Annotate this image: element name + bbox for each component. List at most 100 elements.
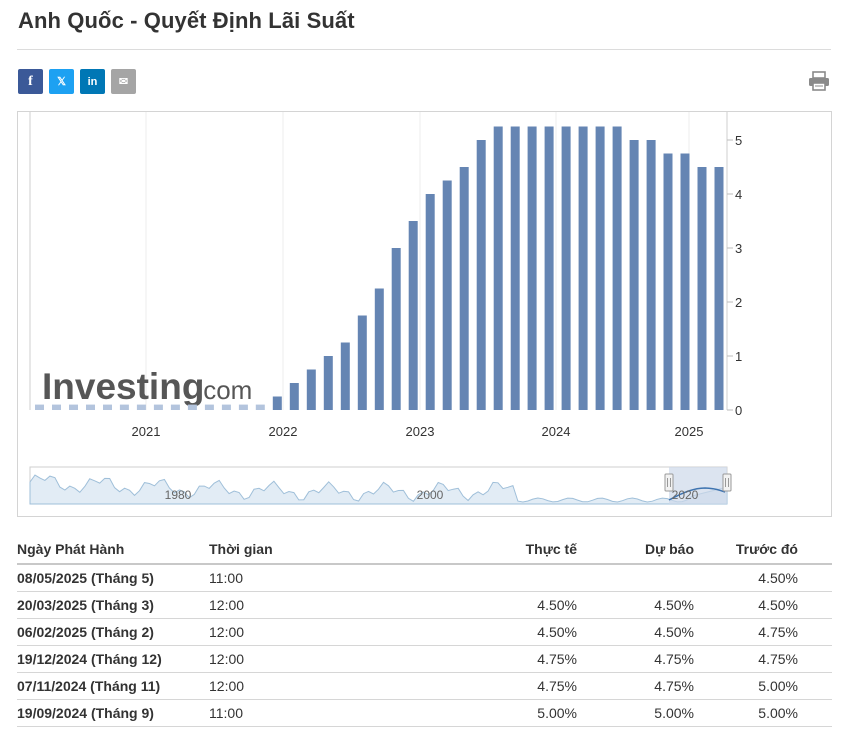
y-tick-label: 5 [735, 133, 742, 148]
cell-spacer [798, 645, 832, 673]
page-title: Anh Quốc - Quyết Định Lãi Suất [18, 8, 355, 33]
data-bar [425, 194, 435, 410]
linkedin-glyph: in [87, 75, 98, 88]
data-bar [578, 126, 588, 410]
cell-date: 20/03/2025 (Tháng 3) [17, 591, 209, 619]
cell-date: 19/09/2024 (Tháng 9) [17, 699, 209, 727]
x-tick-label: 2021 [132, 424, 161, 439]
data-bar [289, 383, 299, 410]
data-bar [255, 404, 265, 410]
linkedin-icon[interactable]: in [80, 69, 105, 94]
email-icon[interactable]: ✉ [111, 69, 136, 94]
cell-actual: 4.50% [399, 618, 577, 646]
data-bar [612, 126, 622, 410]
data-bar [153, 404, 163, 410]
data-bar [221, 404, 231, 410]
data-bar [544, 126, 554, 410]
x-tick-label: 2023 [406, 424, 435, 439]
data-bar [510, 126, 520, 410]
cell-forecast: 5.00% [577, 699, 694, 727]
data-bar [663, 153, 673, 410]
data-bar [119, 404, 129, 410]
share-bar: f 𝕏 in ✉ [18, 69, 136, 94]
data-bar [103, 404, 112, 410]
release-history-table: Ngày Phát Hành Thời gian Thực tế Dự báo … [17, 534, 832, 727]
data-bar [170, 404, 180, 410]
twitter-glyph: 𝕏 [57, 76, 66, 88]
table-row: 06/02/2025 (Tháng 2) 12:00 4.50% 4.50% 4… [17, 618, 832, 646]
data-bar [357, 315, 367, 410]
cell-previous: 5.00% [694, 672, 798, 700]
printer-icon[interactable] [808, 71, 830, 91]
y-axis: 0 1 2 3 4 5 [727, 133, 742, 418]
table-row: 08/05/2025 (Tháng 5) 11:00 4.50% [17, 564, 832, 592]
data-bar [680, 153, 690, 410]
cell-actual: 4.75% [399, 645, 577, 673]
cell-forecast [577, 564, 694, 592]
cell-actual: 4.75% [399, 672, 577, 700]
investing-watermark: Investing .com [42, 366, 252, 407]
x-tick-label: 2025 [675, 424, 704, 439]
data-bar [459, 167, 469, 410]
cell-date: 06/02/2025 (Tháng 2) [17, 618, 209, 646]
cell-time: 12:00 [209, 672, 399, 700]
header-forecast[interactable]: Dự báo [577, 534, 694, 565]
data-bar [374, 288, 384, 410]
data-bar [340, 342, 350, 410]
navigator-tick-label: 2000 [417, 488, 444, 502]
y-tick-label: 2 [735, 295, 742, 310]
data-bar [204, 404, 214, 410]
cell-date: 07/11/2024 (Tháng 11) [17, 672, 209, 700]
data-bar [527, 126, 537, 410]
cell-previous: 4.75% [694, 645, 798, 673]
cell-time: 12:00 [209, 645, 399, 673]
cell-spacer [798, 564, 832, 592]
header-time[interactable]: Thời gian [209, 534, 399, 565]
cell-time: 11:00 [209, 564, 399, 592]
watermark-brand: Investing [42, 366, 204, 407]
data-bar [442, 180, 452, 410]
data-bar [86, 404, 95, 410]
y-tick-label: 4 [735, 187, 742, 202]
data-bar [306, 369, 316, 410]
data-bar [391, 248, 401, 410]
data-bar [476, 140, 486, 410]
data-bar [408, 221, 418, 410]
cell-actual: 4.50% [399, 591, 577, 619]
range-navigator[interactable]: 1980 2000 2020 [29, 466, 732, 505]
header-date[interactable]: Ngày Phát Hành [17, 534, 209, 565]
table-row: 19/09/2024 (Tháng 9) 11:00 5.00% 5.00% 5… [17, 699, 832, 727]
header-previous[interactable]: Trước đó [694, 534, 798, 565]
cell-spacer [798, 672, 832, 700]
title-divider [17, 49, 831, 50]
y-tick-label: 0 [735, 403, 742, 418]
table-row: 19/12/2024 (Tháng 12) 12:00 4.75% 4.75% … [17, 645, 832, 673]
cell-forecast: 4.50% [577, 618, 694, 646]
cell-spacer [798, 699, 832, 727]
cell-date: 08/05/2025 (Tháng 5) [17, 564, 209, 592]
cell-time: 12:00 [209, 618, 399, 646]
watermark-suffix: .com [196, 375, 252, 405]
cell-spacer [798, 591, 832, 619]
navigator-tick-label: 2020 [672, 488, 699, 502]
facebook-icon[interactable]: f [18, 69, 43, 94]
header-actual[interactable]: Thực tế [399, 534, 577, 565]
navigator-handle [722, 473, 732, 492]
data-bar [272, 396, 282, 410]
data-bar [136, 404, 146, 410]
cell-forecast: 4.50% [577, 591, 694, 619]
twitter-icon[interactable]: 𝕏 [49, 69, 74, 94]
cell-previous: 4.50% [694, 564, 798, 592]
cell-date: 19/12/2024 (Tháng 12) [17, 645, 209, 673]
data-bar [238, 404, 248, 410]
data-bar [629, 140, 639, 410]
data-bar [52, 404, 61, 410]
navigator-tick-label: 1980 [165, 488, 192, 502]
x-tick-label: 2024 [542, 424, 571, 439]
data-bar [697, 167, 707, 410]
data-bar [187, 404, 197, 410]
table-row: 07/11/2024 (Tháng 11) 12:00 4.75% 4.75% … [17, 672, 832, 700]
cell-previous: 5.00% [694, 699, 798, 727]
email-glyph: ✉ [118, 76, 129, 88]
cell-forecast: 4.75% [577, 645, 694, 673]
